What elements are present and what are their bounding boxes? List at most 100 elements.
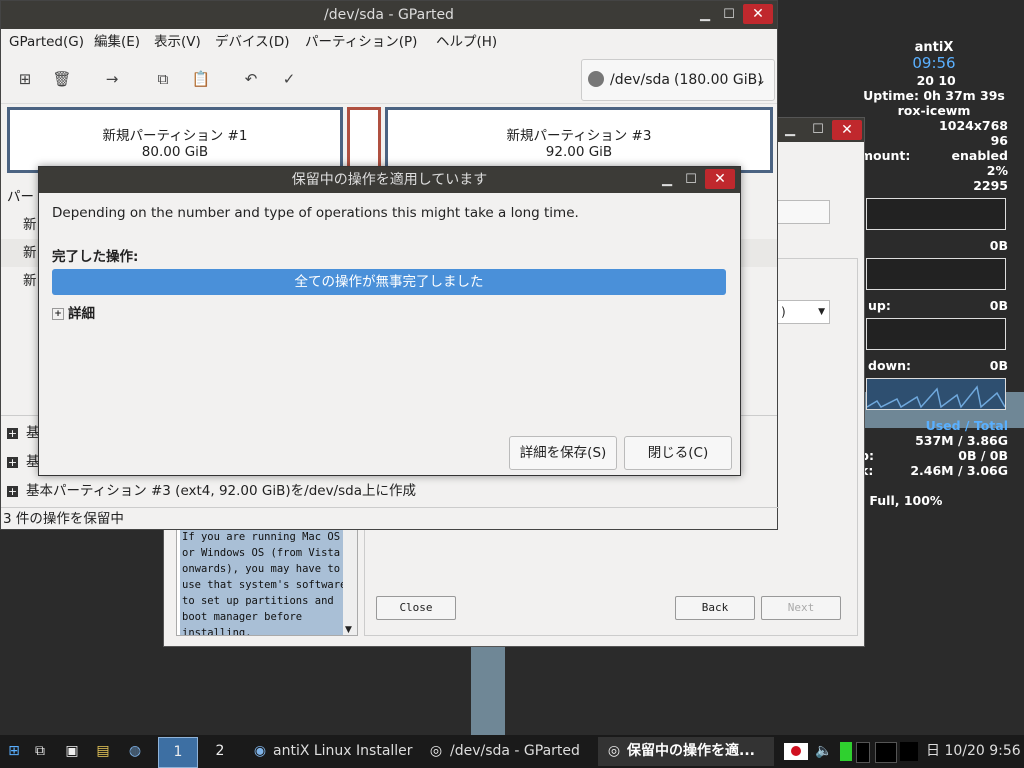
copy-icon[interactable]: ⧉ (153, 69, 173, 89)
paste-icon[interactable]: 📋 (191, 69, 211, 89)
apply-icon[interactable]: ✓ (279, 69, 299, 89)
installer-help-box[interactable]: If you are running Mac OS or Windows OS … (176, 528, 358, 636)
installer-field[interactable] (776, 200, 830, 224)
menubar: GParted(G) 編集(E) 表示(V) デバイス(D) パーティション(P… (1, 29, 777, 55)
dialog-close-button[interactable]: 閉じる(C) (624, 436, 732, 470)
conky-battery: : Full, 100% (860, 493, 943, 508)
installer-help-text: If you are running Mac OS or Windows OS … (180, 529, 347, 636)
menu-view[interactable]: 表示(V) (154, 29, 201, 55)
maximize-icon[interactable]: ☐ (719, 5, 739, 25)
show-desktop-icon[interactable]: ⧉ (30, 741, 50, 761)
partition-1-size: 80.00 GiB (141, 144, 209, 160)
workspace-2-button[interactable]: 2 (202, 737, 238, 766)
start-menu-icon[interactable]: ⊞ (4, 741, 24, 761)
progress-bar: 全ての操作が無事完了しました (52, 269, 726, 295)
taskbar: ⊞ ⧉ ▣ ▤ ◍ 1 2 ◉ antiX Linux Installer ◎ … (0, 735, 1024, 768)
conky-hostname: antiX (914, 40, 954, 55)
network-monitor-icon (856, 742, 870, 763)
maximize-icon[interactable]: ☐ (808, 120, 828, 140)
delete-icon[interactable]: 🗑 (52, 69, 72, 89)
taskbar-clock[interactable]: 日 10/20 9:56 (926, 735, 1021, 768)
maximize-icon[interactable]: ☐ (681, 170, 701, 190)
files-icon[interactable]: ▤ (93, 741, 113, 761)
close-icon[interactable]: ✕ (832, 120, 862, 140)
apply-operations-dialog: 保留中の操作を適用しています ▁ ☐ ✕ Depending on the nu… (38, 166, 741, 476)
disk-icon (588, 71, 604, 87)
conky-up-graph (866, 318, 1006, 350)
menu-edit[interactable]: 編集(E) (94, 29, 140, 55)
save-details-button[interactable]: 詳細を保存(S) (509, 436, 617, 470)
help-scrollbar[interactable]: ▼ (343, 529, 357, 635)
minimize-icon[interactable]: ▁ (780, 120, 800, 140)
menu-partition[interactable]: パーティション(P) (305, 29, 417, 55)
dialog-description: Depending on the number and type of oper… (52, 205, 579, 221)
undo-icon[interactable]: ↶ (241, 69, 261, 89)
gparted-title: /dev/sda - GParted (324, 7, 454, 23)
conky-up-label: up: (868, 298, 891, 313)
conky-uptime: Uptime: 0h 37m 39s (863, 88, 1005, 103)
toolbar: ⊞ 🗑 → ⧉ 📋 ↶ ✓ /dev/sda (180.00 GiB) ⌄ (1, 55, 777, 104)
menu-device[interactable]: デバイス(D) (215, 29, 290, 55)
memory-monitor-icon (875, 742, 897, 763)
new-partition-icon[interactable]: ⊞ (15, 69, 35, 89)
minimize-icon[interactable]: ▁ (657, 170, 677, 190)
browser-icon[interactable]: ◍ (125, 741, 145, 761)
file-manager-icon[interactable]: ▣ (62, 741, 82, 761)
partition-block-3[interactable]: 新規パーティション #3 92.00 GiB (385, 107, 773, 173)
pending-op-row[interactable]: + 基本パーティション #3 (ext4, 92.00 GiB)を/dev/sda… (1, 477, 777, 505)
conky-cpu-value: 2% (986, 163, 1008, 178)
conky-time: 09:56 (912, 54, 956, 72)
installer-back-button[interactable]: Back (675, 596, 755, 620)
task-gparted[interactable]: /dev/sda - GParted (450, 735, 580, 768)
expand-icon: + (7, 426, 18, 440)
conky-automount-value: enabled (951, 148, 1008, 163)
gparted-titlebar[interactable]: /dev/sda - GParted ▁ ☐ ✕ (1, 1, 777, 29)
partition-list-row[interactable]: 新 (23, 211, 37, 239)
conky-down-value: 0B (989, 358, 1008, 373)
workspace-1-button[interactable]: 1 (158, 737, 198, 768)
resize-move-icon[interactable]: → (102, 69, 122, 89)
device-selector[interactable]: /dev/sda (180.00 GiB) ⌄ (581, 59, 775, 101)
menu-help[interactable]: ヘルプ(H) (436, 29, 497, 55)
partition-3-size: 92.00 GiB (545, 144, 613, 160)
partition-list-row[interactable]: 新 (23, 267, 37, 295)
conky-monitor: antiX 09:56 20 10 Uptime: 0h 37m 39s rox… (860, 38, 1024, 558)
partition-block-2[interactable] (347, 107, 381, 173)
task-installer[interactable]: antiX Linux Installer (273, 735, 413, 768)
conky-used-total: Used / Total (925, 418, 1008, 433)
task-dialog[interactable]: 保留中の操作を適... (627, 735, 755, 768)
dialog-task-icon: ◎ (607, 743, 621, 759)
installer-task-icon: ◉ (253, 743, 267, 759)
installer-close-button[interactable]: Close (376, 596, 456, 620)
details-expander[interactable]: + 詳細 (52, 304, 95, 324)
menu-gparted[interactable]: GParted(G) (9, 29, 84, 55)
status-bar: 3 件の操作を保留中 (1, 507, 779, 530)
conky-val96: 96 (990, 133, 1008, 148)
swap-monitor-icon (900, 742, 918, 761)
close-icon[interactable]: ✕ (743, 4, 773, 24)
minimize-icon[interactable]: ▁ (695, 5, 715, 25)
volume-icon[interactable]: 🔈 (814, 741, 834, 761)
conky-automount-label: mount: (860, 148, 911, 163)
dialog-titlebar[interactable]: 保留中の操作を適用しています ▁ ☐ ✕ (39, 167, 740, 193)
installer-next-button[interactable]: Next (761, 596, 841, 620)
gparted-task-icon: ◎ (429, 743, 443, 759)
conky-disk2-value: 2.46M / 3.06G (910, 463, 1008, 478)
conky-up-value: 0B (989, 298, 1008, 313)
close-icon[interactable]: ✕ (705, 169, 735, 189)
conky-cpu-graph (866, 198, 1006, 230)
scroll-down-icon[interactable]: ▼ (345, 625, 352, 635)
conky-down-label: down: (868, 358, 911, 373)
partition-3-name: 新規パーティション #3 (506, 128, 652, 144)
conky-ram-value: 537M / 3.86G (915, 433, 1008, 448)
dialog-title: 保留中の操作を適用しています (291, 172, 488, 188)
conky-down-graph (866, 378, 1006, 410)
partition-list-row[interactable]: 新 (23, 239, 37, 267)
keyboard-layout-icon[interactable] (784, 743, 808, 760)
expand-icon: + (7, 484, 18, 498)
conky-swap-value: 0B / 0B (958, 448, 1008, 463)
conky-date: 20 10 (909, 73, 959, 88)
partition-1-name: 新規パーティション #1 (102, 128, 248, 144)
partition-block-1[interactable]: 新規パーティション #1 80.00 GiB (7, 107, 343, 173)
conky-down-graph-bars (866, 385, 1006, 409)
